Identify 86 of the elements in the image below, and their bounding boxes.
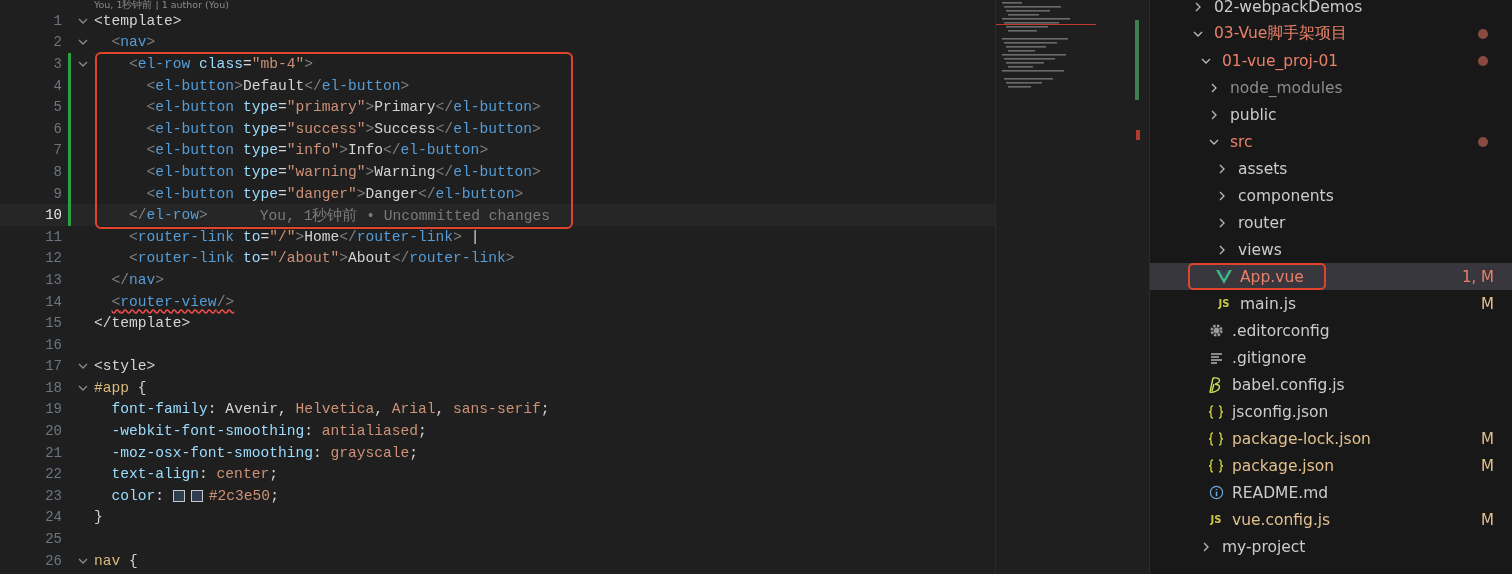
line-number: 16: [44, 336, 62, 353]
file-tree-item[interactable]: node_modules: [1150, 74, 1512, 101]
file-tree-item[interactable]: App.vue 1, M: [1150, 263, 1512, 290]
line-number: 25: [44, 531, 62, 548]
file-tree-item[interactable]: my-project: [1150, 533, 1512, 560]
status-dot-icon: [1478, 55, 1488, 66]
file-tree-item[interactable]: assets: [1150, 155, 1512, 182]
code-text: <el-button type="warning">Warning</el-button>: [145, 163, 541, 180]
file-tree-item[interactable]: .editorconfig: [1150, 317, 1512, 344]
text-lines-icon: [1209, 351, 1223, 364]
line-number: 26: [44, 552, 62, 569]
code-text: <el-row class="mb-4">: [128, 56, 313, 72]
code-text: <router-link to="/">Home</router-link> |: [128, 228, 480, 245]
line-number: 11: [44, 228, 62, 245]
file-tree-item[interactable]: 02-webpackDemos: [1150, 0, 1512, 20]
file-tree-item[interactable]: 03-Vue脚手架项目: [1150, 20, 1512, 47]
file-tree-item[interactable]: 01-vue_proj-01: [1150, 47, 1512, 74]
code-text: -moz-osx-font-smoothing: grayscale;: [110, 444, 419, 461]
line-number: 13: [44, 271, 62, 288]
code-text: #app {: [94, 379, 147, 396]
status-dot-icon: [1478, 28, 1488, 39]
line-number: 18: [44, 379, 62, 396]
status-dot-icon: [1478, 136, 1488, 147]
code-text: <el-button type="danger">Danger</el-button>: [145, 185, 524, 202]
code-text: -webkit-font-smoothing: antialiased;: [110, 423, 427, 440]
gear-icon: [1208, 323, 1224, 338]
line-number: 15: [44, 315, 62, 332]
braces-icon: [1208, 458, 1224, 473]
file-tree-item[interactable]: jsconfig.json: [1150, 398, 1512, 425]
file-tree-item[interactable]: views: [1150, 236, 1512, 263]
line-number: 12: [44, 250, 62, 267]
file-tree-item[interactable]: components: [1150, 182, 1512, 209]
codelens-text: You, 1秒钟前 | 1 author (You): [93, 0, 230, 10]
line-number: 22: [44, 466, 62, 483]
file-tree-item[interactable]: public: [1150, 101, 1512, 128]
code-text: <el-button type="primary">Primary</el-button>: [145, 99, 541, 116]
line-number: 1: [52, 12, 62, 29]
code-text: <el-button type="info">Info</el-button>: [145, 142, 489, 159]
code-text: <template>: [94, 12, 182, 29]
file-tree-item[interactable]: JS vue.config.js M: [1150, 506, 1512, 533]
file-tree-item[interactable]: .gitignore: [1150, 344, 1512, 371]
line-number: 14: [44, 293, 62, 310]
line-number: 10: [44, 207, 62, 224]
line-number: 4: [52, 77, 62, 94]
js-file-icon: JS: [1210, 514, 1222, 525]
line-number: 2: [52, 34, 62, 51]
code-text: }: [94, 509, 103, 526]
file-tree-item[interactable]: babel.config.js: [1150, 371, 1512, 398]
file-tree-item[interactable]: package.json M: [1150, 452, 1512, 479]
code-text: </template>: [94, 315, 191, 332]
file-tree-item[interactable]: router: [1150, 209, 1512, 236]
line-number: 19: [44, 401, 62, 418]
inline-blame: You, 1秒钟前 • Uncommitted changes: [259, 206, 551, 225]
braces-icon: [1208, 404, 1224, 419]
file-tree-item[interactable]: README.md: [1150, 479, 1512, 506]
line-number: 5: [52, 99, 62, 116]
line-number: 24: [44, 509, 62, 526]
code-text: <router-link to="/about">About</router-link>: [128, 250, 515, 267]
line-number: 9: [52, 185, 62, 202]
line-number: 6: [52, 120, 62, 137]
code-text: <el-button type="success">Success</el-button>: [145, 120, 541, 137]
vue-logo-icon: [1216, 269, 1232, 284]
code-text: font-family: Avenir, Helvetica, Arial, sans-serif;: [110, 401, 550, 418]
code-text: <el-button>Default</el-button>: [145, 77, 410, 94]
code-text: nav {: [94, 552, 138, 569]
line-number: 7: [52, 142, 62, 159]
code-text: </nav>: [110, 271, 165, 288]
line-number: 3: [52, 56, 62, 72]
code-text: <nav>: [110, 34, 156, 51]
line-number: 21: [44, 444, 62, 461]
line-number: 8: [52, 163, 62, 180]
code-text: </el-row>: [128, 207, 208, 224]
code-text: <router-view/>: [110, 293, 235, 310]
babel-b-icon: [1209, 376, 1223, 393]
line-number: 20: [44, 423, 62, 440]
code-text: text-align: center;: [110, 466, 278, 483]
code-text: <style>: [94, 358, 156, 375]
info-icon: [1208, 485, 1224, 500]
file-tree-item[interactable]: JS main.js M: [1150, 290, 1512, 317]
code-text: color: #2c3e50;: [110, 487, 279, 504]
file-tree-item[interactable]: package-lock.json M: [1150, 425, 1512, 452]
braces-icon: [1208, 431, 1224, 446]
line-number: 17: [44, 358, 62, 375]
line-number: 23: [44, 487, 62, 504]
file-tree-item[interactable]: src: [1150, 128, 1512, 155]
js-file-icon: JS: [1218, 298, 1230, 309]
